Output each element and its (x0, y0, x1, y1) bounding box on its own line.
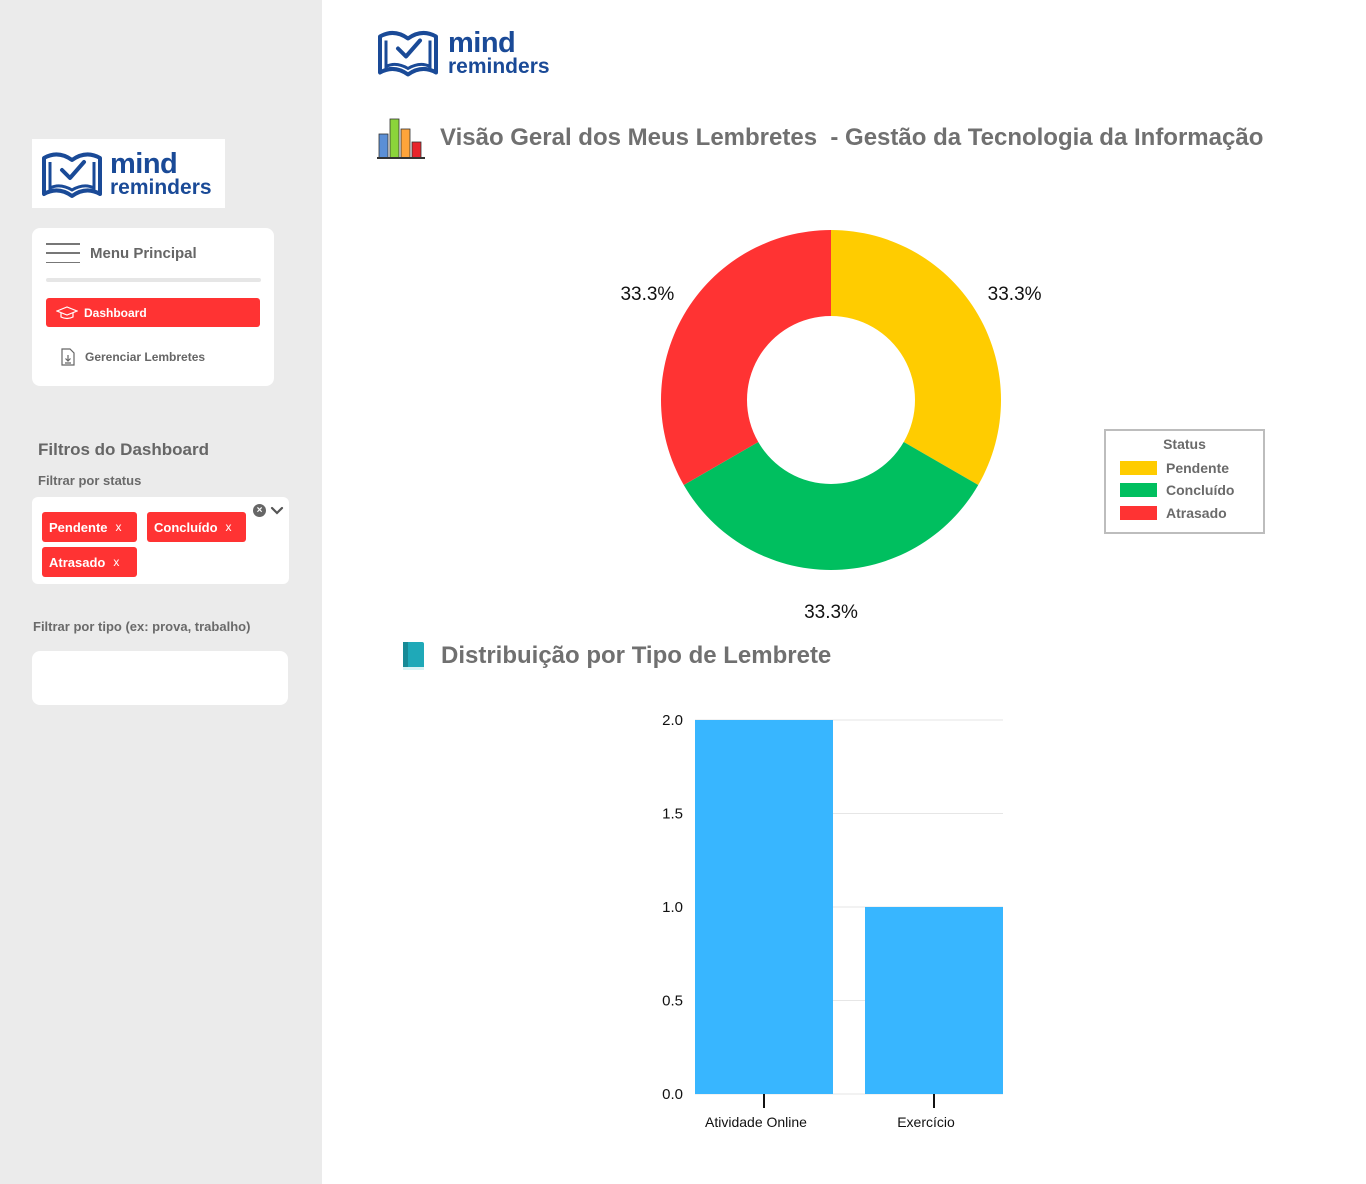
status-multiselect[interactable]: Pendente x Concluído x Atrasado x × (32, 497, 289, 584)
select-controls: × (253, 504, 284, 517)
tag-concluido: Concluído x (147, 512, 246, 542)
tag-label: Pendente (49, 519, 108, 535)
sidebar-item-gerenciar-lembretes[interactable]: Gerenciar Lembretes (60, 346, 205, 368)
tag-remove-icon[interactable]: x (116, 520, 122, 534)
document-download-icon (61, 348, 75, 366)
donut-slice-1[interactable] (683, 442, 979, 570)
bar-svg: 0.0 0.5 1.0 1.5 2.0 Atividade Online Exercício (662, 712, 1003, 1130)
legend-item-concluido: Concluído (1120, 481, 1234, 499)
y-tick-label: 1.5 (662, 806, 683, 823)
y-tick-label: 0.5 (662, 993, 683, 1010)
distribution-section-title: Distribuição por Tipo de Lembrete (400, 640, 831, 672)
tag-remove-icon[interactable]: x (113, 555, 119, 569)
sidebar-item-label: Gerenciar Lembretes (85, 350, 206, 364)
menu-divider (46, 278, 261, 282)
donut-slice-0[interactable] (831, 230, 1001, 485)
overview-title: Visão Geral dos Meus Lembretes - Gestão … (440, 124, 1264, 151)
legend-label: Pendente (1166, 460, 1230, 476)
sidebar-item-dashboard[interactable]: Dashboard (46, 298, 260, 327)
menu-title: Menu Principal (90, 244, 197, 262)
main-logo: mind reminders (376, 24, 550, 81)
x-tick-label: Atividade Online (705, 1114, 807, 1130)
status-donut-chart: 33.3% 33.3% 33.3% (560, 210, 1120, 630)
donut-percent-label: 33.3% (620, 284, 674, 305)
donut-percent-label: 33.3% (804, 602, 858, 623)
type-bar-chart: 0.0 0.5 1.0 1.5 2.0 Atividade Online Exercício (640, 700, 1040, 1140)
brand-line2: reminders (448, 54, 550, 78)
clear-all-icon[interactable]: × (253, 504, 266, 517)
distribution-title: Distribuição por Tipo de Lembrete (441, 642, 832, 669)
filters-title: Filtros do Dashboard (38, 440, 209, 459)
book-check-icon (42, 152, 102, 198)
legend-item-pendente: Pendente (1120, 459, 1229, 477)
y-tick-label: 1.0 (662, 899, 683, 916)
bar-chart-icon (377, 118, 425, 159)
book-check-icon (378, 31, 438, 77)
y-tick-label: 0.0 (662, 1086, 683, 1103)
tag-label: Atrasado (49, 554, 106, 570)
tag-pendente: Pendente x (42, 512, 137, 542)
donut-percent-label: 33.3% (988, 284, 1042, 305)
sidebar: mind reminders Menu Principal Dashboard (0, 0, 322, 1184)
brand-name: mind reminders (110, 147, 212, 199)
tag-remove-icon[interactable]: x (226, 520, 232, 534)
legend-swatch (1120, 461, 1157, 475)
legend-swatch (1120, 506, 1157, 520)
x-tick-label: Exercício (897, 1114, 955, 1130)
donut-svg: 33.3% 33.3% 33.3% (620, 230, 1042, 623)
brand-name: mind reminders (448, 26, 550, 78)
sidebar-logo: mind reminders (32, 139, 225, 208)
bar-1[interactable] (865, 907, 1003, 1094)
brand-line1: mind (448, 26, 516, 59)
legend-title: Status (1163, 436, 1206, 452)
hamburger-icon (46, 243, 80, 263)
book-icon (403, 642, 424, 670)
tag-atrasado: Atrasado x (42, 547, 137, 577)
bar-0[interactable] (695, 720, 833, 1094)
tag-label: Concluído (154, 519, 218, 535)
y-tick-label: 2.0 (662, 712, 683, 729)
chart-legend: Status Pendente Concluído Atrasado (1104, 429, 1265, 534)
type-filter-input[interactable] (32, 651, 288, 705)
legend-item-atrasado: Atrasado (1120, 504, 1227, 522)
graduation-cap-icon (56, 305, 78, 319)
type-filter-label: Filtrar por tipo (ex: prova, trabalho) (33, 619, 251, 634)
legend-label: Concluído (1166, 482, 1235, 498)
menu-header: Menu Principal (46, 242, 197, 264)
brand-line2: reminders (110, 175, 212, 199)
donut-slice-2[interactable] (661, 230, 831, 485)
legend-swatch (1120, 483, 1157, 497)
legend-label: Atrasado (1166, 505, 1227, 521)
brand-line1: mind (110, 147, 178, 180)
sidebar-item-label: Dashboard (84, 305, 147, 320)
main-menu: Menu Principal Dashboard Gerenciar Lembr… (32, 228, 274, 386)
status-filter-label: Filtrar por status (38, 473, 142, 488)
overview-section-title: Visão Geral dos Meus Lembretes - Gestão … (376, 116, 1263, 160)
chevron-down-icon[interactable] (270, 506, 284, 516)
